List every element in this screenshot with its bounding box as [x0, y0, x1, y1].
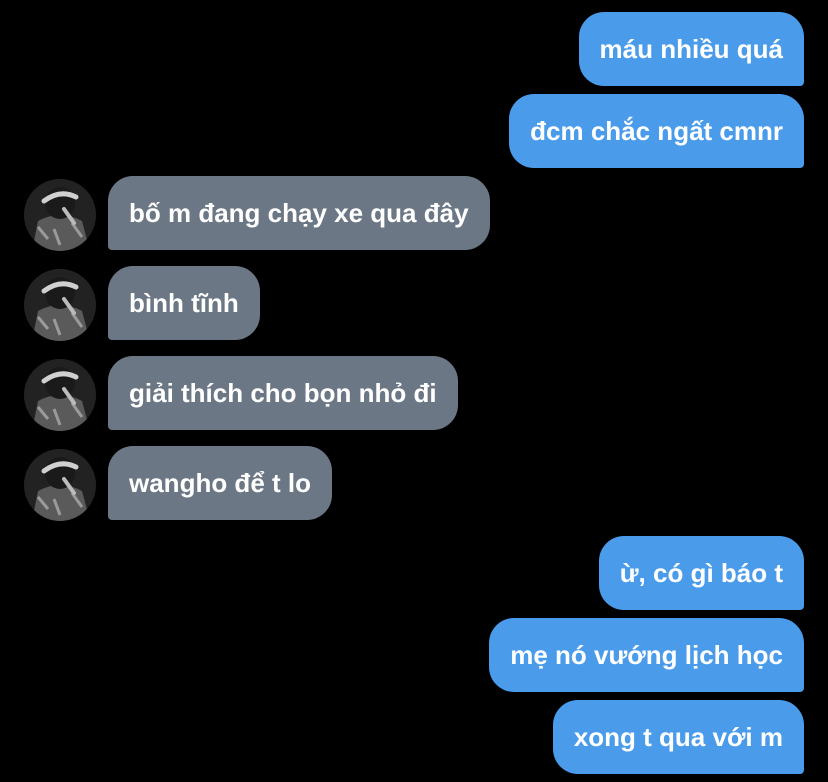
contact-avatar[interactable]	[24, 359, 96, 431]
sent-message-bubble[interactable]: mẹ nó vướng lịch học	[489, 618, 804, 692]
avatar-photo-icon	[24, 179, 96, 251]
avatar-photo-icon	[24, 269, 96, 341]
sent-message-bubble[interactable]: ừ, có gì báo t	[598, 536, 804, 610]
received-message-bubble[interactable]: wangho để t lo	[108, 446, 332, 520]
contact-avatar[interactable]	[24, 269, 96, 341]
contact-avatar[interactable]	[24, 179, 96, 251]
sent-message-bubble[interactable]: xong t qua với m	[552, 700, 804, 774]
contact-avatar[interactable]	[24, 449, 96, 521]
avatar-photo-icon	[24, 359, 96, 431]
sent-message-bubble[interactable]: đcm chắc ngất cmnr	[509, 94, 804, 168]
sent-message-bubble[interactable]: máu nhiều quá	[578, 12, 804, 86]
received-message-bubble[interactable]: bình tĩnh	[108, 266, 260, 340]
received-message-bubble[interactable]: bố m đang chạy xe qua đây	[108, 176, 490, 250]
received-message-bubble[interactable]: giải thích cho bọn nhỏ đi	[108, 356, 458, 430]
avatar-photo-icon	[24, 449, 96, 521]
